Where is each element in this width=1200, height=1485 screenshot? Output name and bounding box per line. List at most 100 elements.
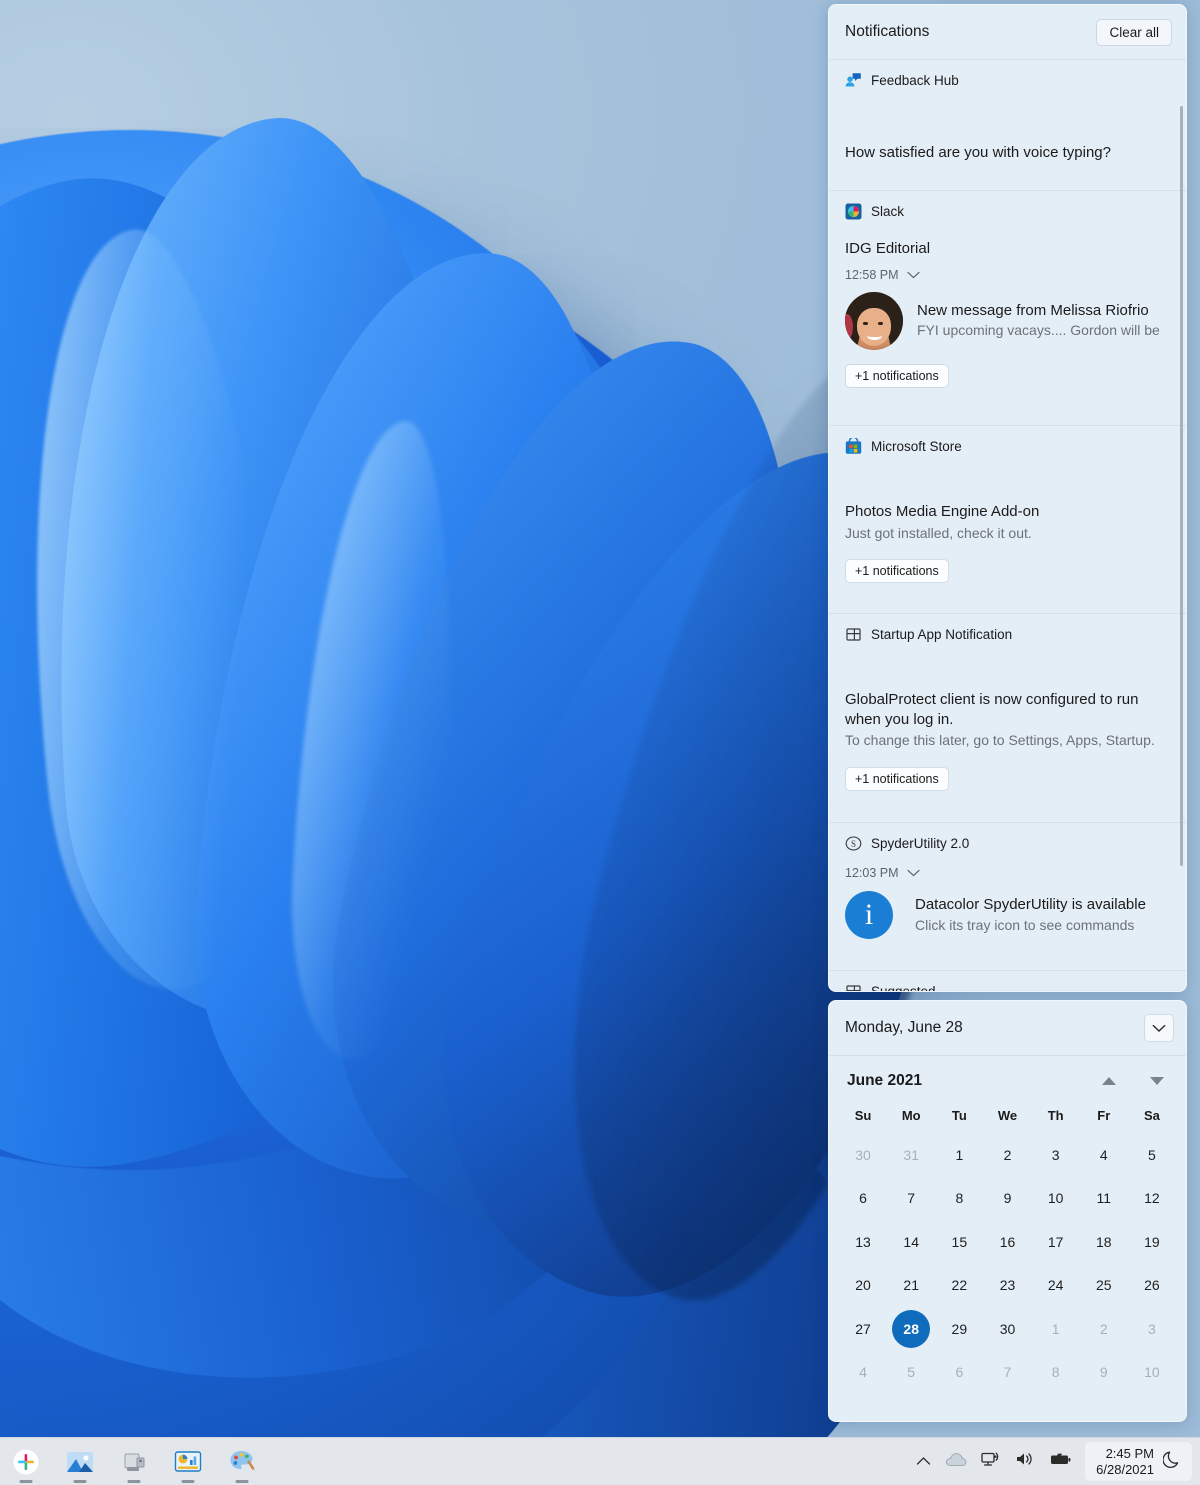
notification-group-suggested[interactable]: Suggested: [829, 971, 1186, 991]
notification-time-row[interactable]: 12:03 PM: [845, 866, 1170, 880]
calendar-day[interactable]: 10: [1128, 1351, 1176, 1395]
calendar-month-row: June 2021: [829, 1056, 1186, 1096]
calendar-day[interactable]: 11: [1080, 1177, 1128, 1221]
calendar-day[interactable]: 9: [983, 1177, 1031, 1221]
more-notifications-pill[interactable]: +1 notifications: [845, 766, 949, 791]
calendar-day[interactable]: 15: [935, 1220, 983, 1264]
charts-app-taskbar-icon[interactable]: [168, 1442, 208, 1483]
chevron-down-icon[interactable]: [906, 268, 920, 282]
notification-body[interactable]: 12:03 PM i Datacolor SpyderUtility is av…: [829, 852, 1186, 939]
calendar-day[interactable]: 4: [839, 1351, 887, 1395]
day-header: We: [997, 1108, 1018, 1123]
notification-time-row[interactable]: 12:58 PM: [845, 268, 1170, 282]
calendar-day[interactable]: 7: [887, 1177, 935, 1221]
calendar-day-selected[interactable]: 28: [887, 1307, 935, 1351]
calendar-day[interactable]: 25: [1080, 1264, 1128, 1308]
clock-time: 2:45 PM: [1105, 1445, 1154, 1461]
calendar-day[interactable]: 6: [935, 1351, 983, 1395]
clock-date: 6/28/2021: [1096, 1461, 1154, 1477]
previous-month-button[interactable]: [1102, 1077, 1116, 1085]
calendar-day[interactable]: 8: [935, 1177, 983, 1221]
calendar-day-label: 21: [903, 1277, 919, 1294]
calendar-day[interactable]: 26: [1128, 1264, 1176, 1308]
clock-and-notification-button[interactable]: 2:45 PM 6/28/2021: [1085, 1441, 1192, 1482]
notification-title: Photos Media Engine Add-on: [845, 503, 1040, 520]
notification-group-microsoft-store[interactable]: Microsoft Store Photos Media Engine Add-…: [829, 426, 1186, 614]
notification-body[interactable]: GlobalProtect client is now configured t…: [829, 643, 1186, 791]
notification-group-slack[interactable]: Slack IDG Editorial 12:58 PM New message…: [829, 191, 1186, 426]
calendar-day[interactable]: 16: [983, 1220, 1031, 1264]
calendar-day-label: 31: [903, 1146, 919, 1163]
notification-message-row[interactable]: New message from Melissa Riofrio FYI upc…: [845, 291, 1170, 350]
calendar-day-label: 4: [1099, 1146, 1108, 1163]
more-notifications-pill[interactable]: +1 notifications: [845, 559, 949, 584]
app-header-row: Feedback Hub: [829, 60, 1186, 89]
calendar-header[interactable]: Monday, June 28: [829, 1001, 1186, 1056]
calendar-day[interactable]: 3: [1128, 1307, 1176, 1351]
calendar-day[interactable]: 2: [983, 1133, 1031, 1177]
calendar-day[interactable]: 2: [1080, 1307, 1128, 1351]
calendar-day[interactable]: 5: [887, 1351, 935, 1395]
app-header-row: Microsoft Store: [829, 426, 1186, 455]
calendar-day[interactable]: 30: [983, 1307, 1031, 1351]
calendar-day[interactable]: 21: [887, 1264, 935, 1308]
network-icon[interactable]: [981, 1451, 1001, 1472]
calendar-day[interactable]: 22: [935, 1264, 983, 1308]
printer-3d-taskbar-icon[interactable]: [114, 1442, 154, 1483]
calendar-day[interactable]: 23: [983, 1264, 1031, 1308]
calendar-day[interactable]: 14: [887, 1220, 935, 1264]
do-not-disturb-moon-icon[interactable]: [1162, 1449, 1183, 1475]
notification-message-row[interactable]: i Datacolor SpyderUtility is available C…: [845, 891, 1170, 939]
hidden-icons-chevron-icon[interactable]: [916, 1453, 931, 1471]
notification-group-feedback-hub[interactable]: Feedback Hub How satisfied are you with …: [829, 60, 1186, 191]
clear-all-button[interactable]: Clear all: [1096, 18, 1172, 46]
calendar-day[interactable]: 24: [1032, 1264, 1080, 1308]
photos-taskbar-icon[interactable]: [60, 1442, 100, 1483]
calendar-day-label: 28: [892, 1309, 931, 1348]
notification-group-spyder-utility[interactable]: S SpyderUtility 2.0 12:03 PM i Datacolor…: [829, 823, 1186, 971]
clock[interactable]: 2:45 PM 6/28/2021: [1096, 1446, 1154, 1477]
volume-icon[interactable]: [1015, 1451, 1035, 1472]
calendar-day[interactable]: 3: [1032, 1133, 1080, 1177]
more-notifications-pill[interactable]: +1 notifications: [845, 363, 949, 388]
calendar-day[interactable]: 12: [1128, 1177, 1176, 1221]
calendar-day[interactable]: 27: [839, 1307, 887, 1351]
calendar-day[interactable]: 30: [839, 1133, 887, 1177]
chevron-down-icon[interactable]: [906, 866, 920, 880]
calendar-day[interactable]: 31: [887, 1133, 935, 1177]
calendar-day[interactable]: 13: [839, 1220, 887, 1264]
collapse-calendar-button[interactable]: [1144, 1014, 1174, 1042]
calendar-day[interactable]: 17: [1032, 1220, 1080, 1264]
notification-timestamp: 12:58 PM: [845, 267, 899, 282]
calendar-day[interactable]: 1: [935, 1133, 983, 1177]
paint-taskbar-icon[interactable]: [222, 1442, 262, 1483]
calendar-day[interactable]: 5: [1128, 1133, 1176, 1177]
calendar-day[interactable]: 29: [935, 1307, 983, 1351]
notification-scrollbar[interactable]: [1180, 106, 1183, 866]
battery-icon[interactable]: [1049, 1451, 1073, 1472]
message-preview: FYI upcoming vacays.... Gordon will be: [917, 322, 1160, 339]
calendar-day[interactable]: 6: [839, 1177, 887, 1221]
calendar-day[interactable]: 7: [983, 1351, 1031, 1395]
calendar-day-label: 25: [1095, 1277, 1112, 1294]
app-header-row: Slack: [829, 191, 1186, 220]
calendar-day[interactable]: 18: [1080, 1220, 1128, 1264]
slack-taskbar-icon[interactable]: [6, 1442, 46, 1483]
notification-group-startup-app[interactable]: Startup App Notification GlobalProtect c…: [829, 614, 1186, 823]
calendar-day[interactable]: 1: [1032, 1307, 1080, 1351]
notification-list[interactable]: Feedback Hub How satisfied are you with …: [829, 60, 1186, 991]
onedrive-cloud-icon[interactable]: [945, 1452, 967, 1472]
calendar-day[interactable]: 9: [1080, 1351, 1128, 1395]
message-preview: Click its tray icon to see commands: [915, 916, 1135, 933]
notification-body[interactable]: IDG Editorial 12:58 PM New message from …: [829, 220, 1186, 388]
app-header-row: Startup App Notification: [829, 614, 1186, 643]
calendar-day[interactable]: 20: [839, 1264, 887, 1308]
calendar-day[interactable]: 10: [1032, 1177, 1080, 1221]
calendar-day[interactable]: 19: [1128, 1220, 1176, 1264]
calendar-day[interactable]: 4: [1080, 1133, 1128, 1177]
calendar-day[interactable]: 8: [1032, 1351, 1080, 1395]
notification-body[interactable]: Photos Media Engine Add-on Just got inst…: [829, 455, 1186, 584]
calendar-day-label: 15: [951, 1233, 968, 1250]
notification-body[interactable]: How satisfied are you with voice typing?: [829, 89, 1186, 163]
next-month-button[interactable]: [1150, 1077, 1164, 1085]
